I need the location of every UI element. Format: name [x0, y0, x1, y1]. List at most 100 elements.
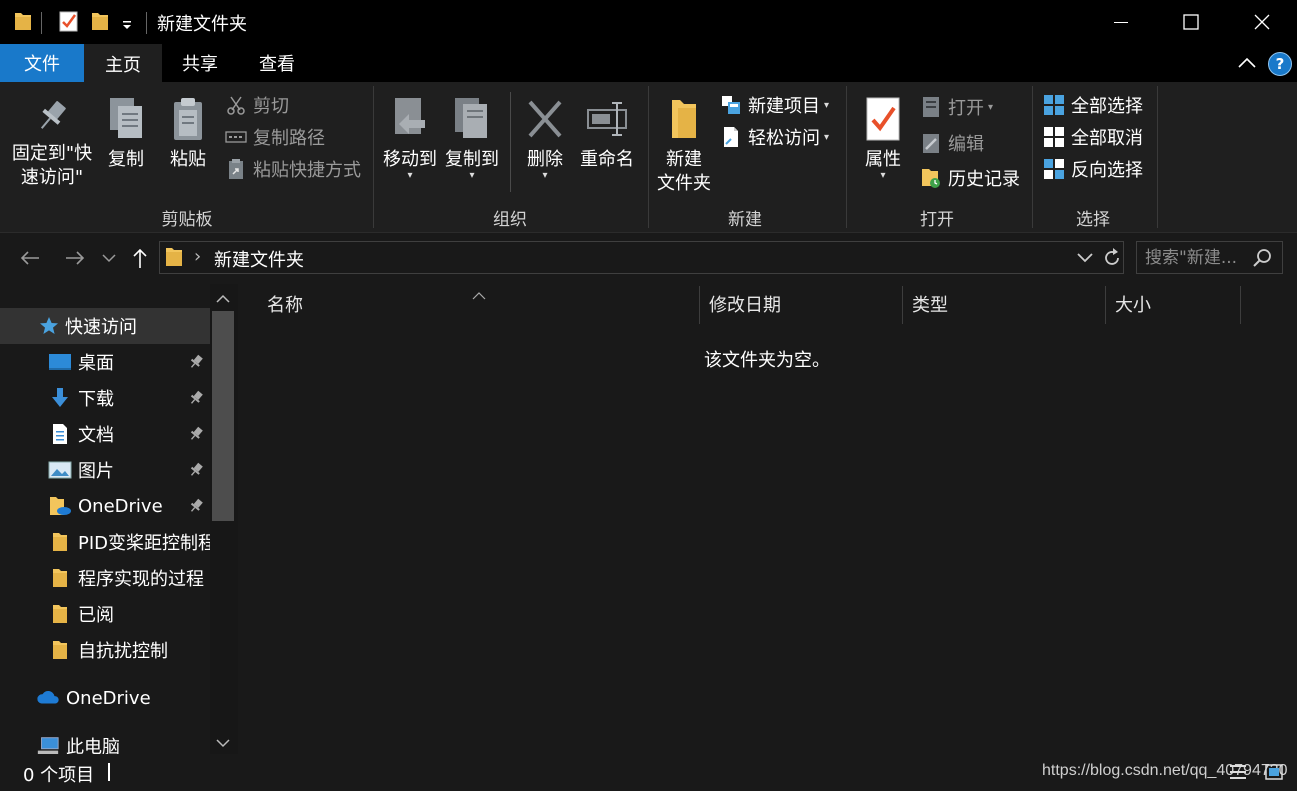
column-divider[interactable] [1240, 286, 1241, 324]
address-history-button[interactable] [1076, 250, 1094, 266]
rename-icon [587, 102, 627, 136]
back-button[interactable] [16, 244, 44, 272]
nav-scrollbar-thumb[interactable] [212, 311, 234, 521]
nav-quick-access[interactable]: 快速访问 [0, 308, 210, 344]
tab-share[interactable]: 共享 [162, 44, 238, 82]
column-divider[interactable] [902, 286, 903, 324]
search-button[interactable] [1252, 247, 1274, 269]
pin-icon [188, 498, 204, 514]
up-button[interactable] [126, 244, 154, 272]
tab-home[interactable]: 主页 [84, 44, 162, 83]
group-separator [1157, 86, 1158, 228]
nav-item-documents[interactable]: 文档 [0, 416, 210, 452]
open-label: 打开 [948, 98, 984, 119]
customize-toolbar-icon[interactable] [120, 10, 134, 32]
tab-view[interactable]: 查看 [238, 44, 316, 82]
forward-button[interactable] [61, 244, 89, 272]
properties-quick-icon[interactable] [58, 10, 80, 32]
copy-path-label: 复制路径 [253, 128, 325, 149]
copy-path-button[interactable]: 复制路径 [225, 123, 325, 151]
properties-button[interactable]: 属性 ▾ [857, 96, 909, 181]
invert-selection-button[interactable]: 反向选择 [1043, 155, 1143, 183]
nav-item-desktop[interactable]: 桌面 [0, 344, 210, 380]
select-none-button[interactable]: 全部取消 [1043, 123, 1143, 151]
new-folder-button[interactable]: 新建 文件夹 [654, 96, 714, 196]
nav-onedrive-label: OneDrive [66, 687, 151, 709]
pin-quick-access-button[interactable]: 固定到"快速访问" [6, 96, 98, 190]
maximize-button[interactable] [1156, 0, 1226, 44]
column-header-type[interactable]: 类型 [912, 291, 948, 317]
pin-icon [188, 426, 204, 442]
select-all-button[interactable]: 全部选择 [1043, 91, 1143, 119]
column-header-size[interactable]: 大小 [1115, 291, 1151, 317]
copy-to-dropdown-icon: ▾ [469, 170, 475, 181]
scroll-down-button[interactable] [215, 734, 231, 748]
nav-item-folder[interactable]: PID变桨距控制程 [0, 524, 210, 560]
details-view-button[interactable] [1226, 760, 1250, 784]
copy-to-icon [455, 98, 487, 138]
new-item-label: 新建项目 [748, 96, 820, 117]
chevron-down-icon [216, 739, 230, 748]
new-item-button[interactable]: 新建项目 ▾ [720, 91, 829, 119]
large-icons-view-button[interactable] [1262, 760, 1286, 784]
paste-shortcut-label: 粘贴快捷方式 [253, 160, 361, 181]
nav-item-downloads[interactable]: 下载 [0, 380, 210, 416]
title-separator [146, 12, 147, 34]
paste-shortcut-button[interactable]: 粘贴快捷方式 [225, 155, 361, 183]
open-button[interactable]: 打开 ▾ [920, 93, 993, 121]
large-icons-view-icon [1265, 764, 1283, 780]
copy-icon [110, 98, 142, 138]
nav-item-folder[interactable]: 已阅 [0, 596, 210, 632]
open-dropdown-icon: ▾ [988, 101, 994, 113]
arrow-right-icon [66, 251, 85, 265]
scroll-up-button[interactable] [215, 290, 231, 304]
group-separator [373, 86, 374, 228]
properties-dropdown-icon: ▾ [880, 170, 886, 181]
minimize-icon [1114, 22, 1128, 23]
nav-item-pictures[interactable]: 图片 [0, 452, 210, 488]
new-folder-quick-icon[interactable] [90, 10, 110, 32]
column-divider[interactable] [699, 286, 700, 324]
select-group-label: 选择 [1076, 210, 1110, 230]
document-icon [48, 422, 72, 446]
nav-item-folder[interactable]: 程序实现的过程 [0, 560, 210, 596]
breadcrumb-current[interactable]: 新建文件夹 [214, 246, 304, 272]
star-icon [38, 314, 60, 338]
folder-app-icon[interactable] [14, 10, 32, 32]
refresh-button[interactable] [1101, 247, 1123, 269]
collapse-ribbon-button[interactable] [1236, 54, 1258, 72]
paste-button[interactable]: 粘贴 [165, 96, 211, 172]
select-none-label: 全部取消 [1071, 128, 1143, 149]
rename-button[interactable]: 重命名 [577, 96, 637, 172]
history-button[interactable]: 历史记录 [920, 164, 1020, 192]
copy-to-button[interactable]: 复制到 ▾ [442, 96, 502, 181]
nav-item-folder[interactable]: 自抗扰控制 [0, 632, 210, 668]
copy-button[interactable]: 复制 [103, 96, 149, 172]
column-divider[interactable] [1105, 286, 1106, 324]
recent-locations-button[interactable] [97, 244, 121, 272]
title-separator [41, 12, 42, 34]
column-header-date-modified[interactable]: 修改日期 [709, 291, 781, 317]
edit-button[interactable]: 编辑 [920, 129, 984, 157]
column-header-name[interactable]: 名称 [267, 291, 303, 317]
close-button[interactable] [1227, 0, 1297, 44]
tab-file[interactable]: 文件 [0, 44, 84, 82]
easy-access-button[interactable]: 轻松访问 ▾ [720, 123, 829, 151]
select-none-icon [1043, 126, 1065, 148]
refresh-icon [1105, 248, 1119, 265]
rename-label: 重命名 [580, 149, 634, 170]
search-input[interactable] [1145, 246, 1253, 270]
move-to-button[interactable]: 移动到 ▾ [380, 96, 440, 181]
chevron-up-icon [216, 294, 230, 303]
help-button[interactable]: ? [1268, 52, 1292, 76]
chevron-down-icon [1077, 253, 1093, 263]
cut-button[interactable]: 剪切 [225, 91, 289, 119]
history-icon [920, 167, 942, 189]
minimize-button[interactable] [1086, 0, 1156, 44]
desktop-icon [48, 350, 72, 374]
nav-onedrive[interactable]: OneDrive [0, 680, 210, 716]
select-all-label: 全部选择 [1071, 96, 1143, 117]
nav-item-onedrive-pinned[interactable]: OneDrive [0, 488, 210, 524]
delete-button[interactable]: 删除 ▾ [520, 96, 570, 181]
move-to-dropdown-icon: ▾ [407, 170, 413, 181]
